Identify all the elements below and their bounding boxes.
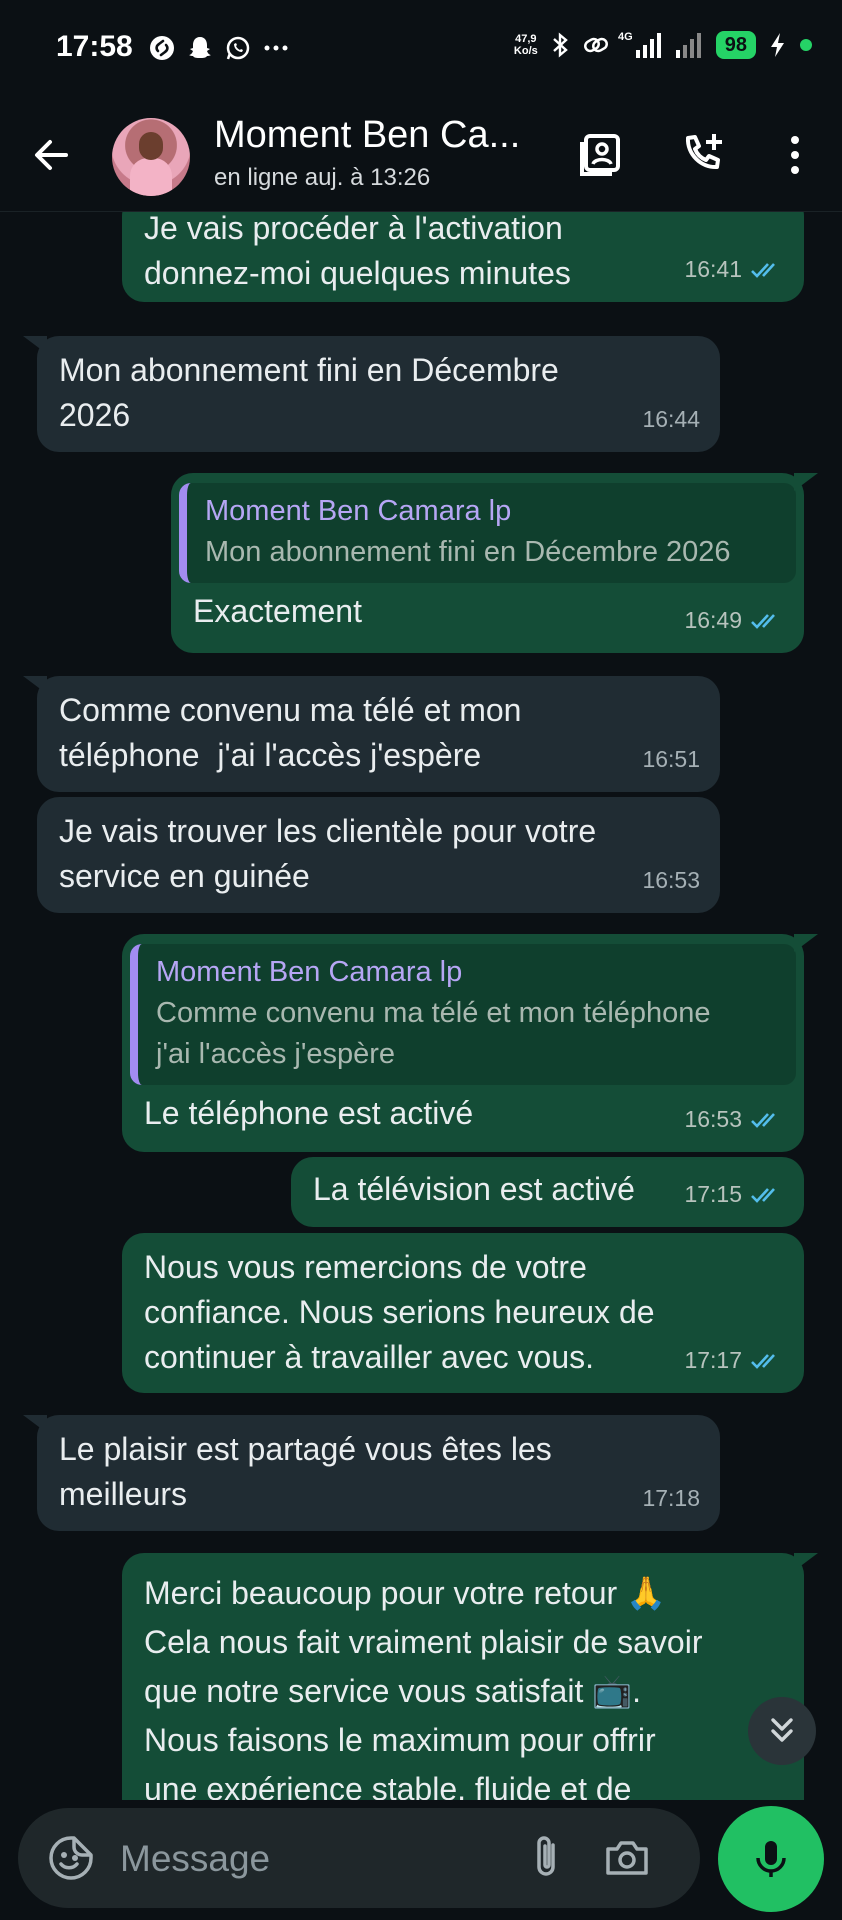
- shazam-icon: [150, 36, 174, 60]
- phone-plus-icon[interactable]: [676, 128, 730, 182]
- quoted-text: Comme convenu ma télé et mon téléphone j…: [156, 997, 711, 1070]
- message-incoming[interactable]: Le plaisir est partagé vous êtes les mei…: [23, 1415, 720, 1531]
- camera-icon[interactable]: [602, 1833, 652, 1883]
- svg-text:4G: 4G: [618, 31, 633, 43]
- message-time: 16:53: [642, 867, 700, 893]
- double-check-icon: [751, 613, 775, 629]
- message-time: 17:18: [642, 1485, 700, 1511]
- status-time: 17:58: [56, 30, 133, 63]
- message-outgoing[interactable]: Je vais procéder à l'activation donnez-m…: [122, 212, 804, 302]
- quoted-message[interactable]: Moment Ben Camara lp Comme convenu ma té…: [130, 944, 796, 1085]
- quoted-text: Mon abonnement fini en Décembre 2026: [205, 536, 731, 568]
- scroll-to-bottom-button[interactable]: [748, 1697, 816, 1765]
- message-time: 16:53: [684, 1106, 742, 1132]
- quoted-author: Moment Ben Camara lp: [156, 956, 463, 988]
- bluetooth-icon: [552, 32, 568, 58]
- message-meta: 16:51: [642, 737, 700, 782]
- paperclip-icon[interactable]: [522, 1833, 572, 1883]
- message-text: Mon abonnement fini en Décembre 2026: [59, 352, 559, 433]
- microphone-icon: [756, 1841, 786, 1877]
- link-icon: [583, 37, 608, 53]
- contact-status: en ligne auj. à 13:26: [214, 164, 431, 191]
- whatsapp-icon: [226, 36, 250, 60]
- message-time: 16:49: [684, 607, 742, 633]
- message-meta: 16:53: [642, 858, 700, 903]
- message-text: Merci beaucoup pour votre retour 🙏 Cela …: [144, 1575, 703, 1800]
- voice-message-button[interactable]: [718, 1806, 824, 1912]
- message-time: 16:51: [642, 746, 700, 772]
- message-meta: 16:49: [684, 598, 784, 643]
- network-speed: 47,9 Ko/s: [513, 33, 538, 57]
- status-bar: 17:58 47,9 Ko/s 4G 98: [0, 0, 842, 100]
- message-incoming[interactable]: Comme convenu ma télé et mon téléphone j…: [23, 676, 720, 792]
- status-system-icons: 47,9 Ko/s 4G 98: [514, 30, 812, 60]
- battery-indicator: 98: [715, 31, 756, 59]
- message-incoming[interactable]: Je vais trouver les clientèle pour votre…: [37, 797, 720, 913]
- message-meta: 17:15: [684, 1172, 784, 1217]
- message-meta: 16:53: [684, 1097, 784, 1142]
- message-meta: 16:44: [642, 397, 700, 442]
- chat-header: Moment Ben Ca... en ligne auj. à 13:26: [0, 100, 842, 212]
- message-time: 17:17: [684, 1347, 742, 1373]
- avatar[interactable]: [112, 118, 190, 196]
- double-check-icon: [751, 262, 775, 278]
- double-chevron-down-icon: [771, 1718, 793, 1742]
- quoted-message[interactable]: Moment Ben Camara lp Mon abonnement fini…: [179, 483, 796, 583]
- privacy-dot: [800, 39, 812, 51]
- status-notification-icons: [148, 34, 290, 62]
- message-outgoing[interactable]: Nous vous remercions de votre confiance.…: [122, 1233, 804, 1393]
- message-text: Je vais trouver les clientèle pour votre…: [59, 813, 597, 894]
- message-time: 16:44: [642, 406, 700, 432]
- message-text: Le plaisir est partagé vous êtes les mei…: [59, 1431, 552, 1512]
- double-check-icon: [751, 1187, 775, 1203]
- message-outgoing-reply[interactable]: Moment Ben Camara lp Comme convenu ma té…: [122, 934, 818, 1152]
- double-check-icon: [751, 1353, 775, 1369]
- contact-name[interactable]: Moment Ben Ca...: [214, 114, 534, 157]
- arrow-left-icon[interactable]: [26, 130, 76, 180]
- message-meta: 17:17: [684, 1338, 784, 1383]
- signal-4g-icon: 4G: [618, 31, 661, 58]
- message-meta: 16:41: [684, 247, 784, 292]
- snapchat-icon: [189, 37, 211, 58]
- message-time: 17:15: [684, 1181, 742, 1207]
- signal-sim2-icon: [675, 33, 701, 58]
- message-text: Comme convenu ma télé et mon téléphone j…: [59, 692, 522, 773]
- sticker-icon[interactable]: [46, 1833, 96, 1883]
- message-outgoing[interactable]: La télévision est activé 17:15: [291, 1157, 804, 1227]
- more-dots-icon: [264, 45, 288, 51]
- quoted-author: Moment Ben Camara lp: [205, 495, 512, 527]
- message-time: 16:41: [684, 256, 742, 282]
- charging-icon: [771, 33, 784, 57]
- contact-card-icon[interactable]: [574, 128, 628, 182]
- double-check-icon: [751, 1112, 775, 1128]
- message-meta: 17:18: [642, 1476, 700, 1521]
- message-incoming[interactable]: Mon abonnement fini en Décembre 2026 16:…: [23, 336, 720, 452]
- more-vertical-icon[interactable]: [768, 128, 822, 182]
- message-outgoing-reply[interactable]: Moment Ben Camara lp Mon abonnement fini…: [171, 473, 818, 653]
- message-outgoing[interactable]: Merci beaucoup pour votre retour 🙏 Cela …: [122, 1553, 818, 1800]
- message-list[interactable]: Je vais procéder à l'activation donnez-m…: [0, 212, 842, 1800]
- message-composer[interactable]: Message: [18, 1808, 700, 1908]
- message-input[interactable]: Message: [120, 1838, 270, 1880]
